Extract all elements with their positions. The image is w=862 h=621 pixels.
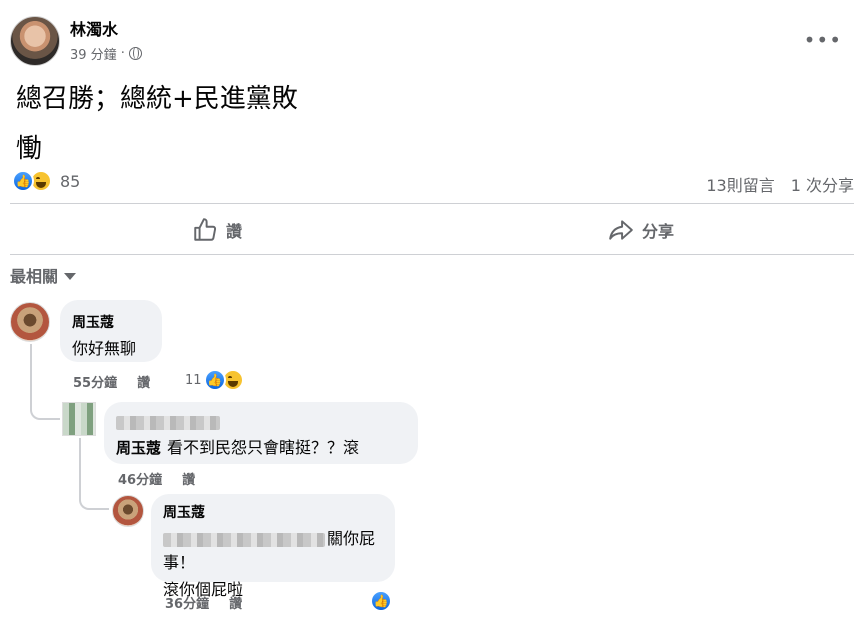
comment-like-button[interactable]: 讚 <box>182 469 195 488</box>
comment-author[interactable]: 周玉蔻 <box>72 312 150 332</box>
sort-label: 最相關 <box>10 267 59 286</box>
more-options-button[interactable]: ••• <box>804 28 842 52</box>
commenter-avatar[interactable] <box>112 495 144 527</box>
comment-time[interactable]: 55分鐘 <box>73 372 117 391</box>
like-reaction-icon: 👍 <box>12 170 34 192</box>
post-meta: 39 分鐘 · <box>70 44 142 63</box>
comments-sort-dropdown[interactable]: 最相關 <box>10 263 77 287</box>
comment-text: 你好無聊 <box>72 339 137 358</box>
globe-icon <box>128 47 142 60</box>
like-label: 讚 <box>226 222 243 241</box>
comment-reaction-count: 11 <box>185 372 202 388</box>
thumbs-up-icon <box>194 218 217 241</box>
comment-text: 看不到民怨只會瞎挺？？滾 <box>167 437 360 457</box>
shares-count[interactable]: 1 次分享 <box>791 172 854 196</box>
mention-tag[interactable]: 周玉蔻 <box>116 437 161 458</box>
blurred-author-name <box>116 415 220 430</box>
comment-bubble: 周玉蔻 看不到民怨只會瞎挺？？滾 <box>104 402 418 464</box>
divider <box>10 254 854 255</box>
blurred-mention <box>163 532 325 547</box>
post-reactions[interactable]: 👍 85 <box>12 170 80 192</box>
comment-reactions[interactable]: 👍 <box>370 590 392 612</box>
comment-time[interactable]: 36分鐘 <box>165 593 209 612</box>
like-reaction-icon: 👍 <box>370 590 392 612</box>
comment-time[interactable]: 46分鐘 <box>118 469 162 488</box>
post-author[interactable]: 林濁水 <box>70 16 118 40</box>
commenter-avatar-blurred[interactable] <box>62 402 96 436</box>
like-reaction-icon: 👍 <box>203 369 226 391</box>
comment-text-line-1: 關你屁事！ <box>163 525 383 573</box>
comment-meta: 46分鐘 讚 <box>118 469 195 488</box>
post-header: 林濁水 39 分鐘 · ••• <box>10 14 852 68</box>
post-time[interactable]: 39 分鐘 <box>70 44 117 63</box>
reply-thread-line <box>30 344 60 420</box>
caret-down-icon <box>64 272 77 280</box>
comment-like-button[interactable]: 讚 <box>229 593 242 612</box>
comment-bubble: 周玉蔻 關你屁事！ 滾你個屁啦 <box>151 494 395 599</box>
like-button[interactable]: 讚 <box>192 212 242 248</box>
share-label: 分享 <box>642 222 675 241</box>
comment-meta: 55分鐘 讚 <box>73 372 150 391</box>
comment-reactions[interactable]: 11 👍 <box>185 369 244 391</box>
share-button[interactable]: 分享 <box>608 212 674 248</box>
share-icon <box>609 220 633 240</box>
comment-meta: 36分鐘 讚 <box>165 593 242 612</box>
reply-row: 周玉蔻 看不到民怨只會瞎挺？？滾 <box>116 434 406 458</box>
author-avatar[interactable] <box>10 16 60 66</box>
post-text-line-2: 慟 <box>16 134 43 164</box>
comment-like-button[interactable]: 讚 <box>137 372 150 391</box>
reaction-count[interactable]: 85 <box>60 172 80 191</box>
comment-author[interactable]: 周玉蔻 <box>163 502 383 522</box>
divider <box>10 203 854 204</box>
post-text-line-1: 總召勝；總統+民進黨敗 <box>16 84 298 114</box>
comment-bubble: 周玉蔻 你好無聊 <box>60 300 162 362</box>
commenter-avatar[interactable] <box>10 302 50 342</box>
post-stats: 13則留言 1 次分享 <box>706 172 854 196</box>
comments-count[interactable]: 13則留言 <box>706 172 774 196</box>
meta-separator: · <box>120 46 125 61</box>
